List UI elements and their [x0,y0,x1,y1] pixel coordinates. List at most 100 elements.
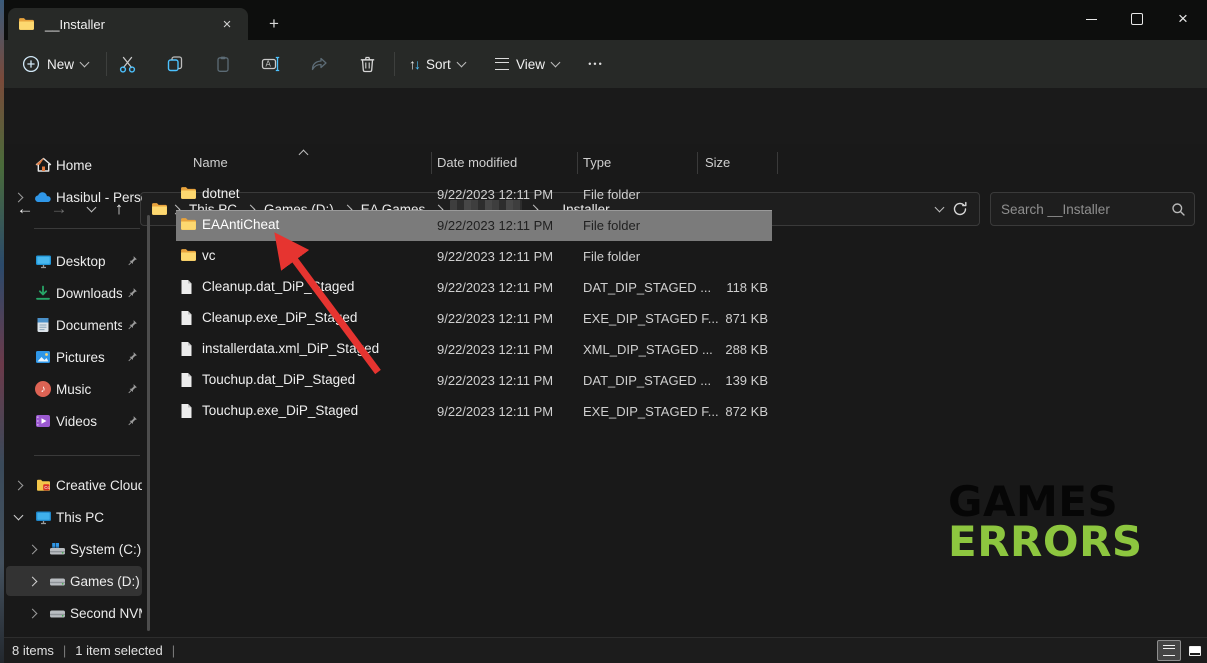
column-divider[interactable] [697,152,698,174]
column-divider[interactable] [577,152,578,174]
maximize-icon [1131,13,1143,25]
sidebar-item-system-drive[interactable]: System (C:) [6,534,142,564]
file-icon [180,403,193,419]
sidebar-item-this-pc[interactable]: This PC [6,502,142,532]
search-box[interactable] [990,192,1195,226]
sidebar-item-pictures[interactable]: Pictures [6,342,142,372]
sort-icon: ↑↓ [409,56,419,72]
minimize-button[interactable] [1076,4,1106,34]
pin-icon [122,383,142,395]
pictures-icon [30,350,56,364]
sidebar-item-desktop[interactable]: Desktop [6,246,142,276]
column-header-date[interactable]: Date modified [437,155,517,170]
this-pc-icon [30,510,56,525]
sidebar-item-games-drive[interactable]: Games (D:) [6,566,142,596]
view-button-label: View [516,57,545,72]
status-separator: | [172,643,175,658]
status-bar: 8 items | 1 item selected | [0,637,1207,663]
file-row-cleanup-dat[interactable]: Cleanup.dat_DiP_Staged 9/22/2023 12:11 P… [176,272,772,303]
file-row-touchup-dat[interactable]: Touchup.dat_DiP_Staged 9/22/2023 12:11 P… [176,365,772,396]
sidebar-item-downloads[interactable]: Downloads [6,278,142,308]
sort-button[interactable]: ↑↓ Sort [403,48,471,80]
folder-row-dotnet[interactable]: dotnet 9/22/2023 12:11 PM File folder [176,179,772,210]
tab-close-icon[interactable]: × [216,13,238,35]
folder-row-eaanticheat-selected[interactable]: EAAntiCheat 9/22/2023 12:11 PM File fold… [176,210,772,241]
pin-icon [122,287,142,299]
expand-chevron-icon[interactable] [20,546,44,553]
item-count: 8 items [12,643,54,658]
column-divider[interactable] [777,152,778,174]
search-input[interactable] [999,201,1171,218]
pin-icon [122,351,142,363]
sidebar-item-music[interactable]: ♪ Music [6,374,142,404]
toolbar-divider [106,52,107,76]
copy-icon [166,55,184,73]
sidebar-item-videos[interactable]: Videos [6,406,142,436]
sidebar-item-home[interactable]: Home [6,150,142,180]
cut-icon [118,55,137,74]
paste-icon [214,55,232,73]
details-view-button[interactable] [1157,640,1181,661]
column-header-type[interactable]: Type [583,155,611,170]
logo-line-games: GAMES [948,482,1143,522]
svg-text:Cc: Cc [44,485,50,490]
file-explorer-window: __Installer × + × New [0,0,1207,663]
delete-button[interactable] [349,48,385,80]
file-row-touchup-exe[interactable]: Touchup.exe_DiP_Staged 9/22/2023 12:11 P… [176,396,772,427]
sidebar-item-second-nvme[interactable]: Second NVME [6,598,142,628]
column-header-size[interactable]: Size [705,155,730,170]
column-header-name[interactable]: Name [193,155,228,170]
sidebar-item-onedrive[interactable]: Hasibul - Persor [6,182,142,212]
cut-button[interactable] [109,48,145,80]
large-icons-view-button[interactable] [1183,640,1207,661]
refresh-button[interactable] [943,194,977,224]
sidebar-item-documents[interactable]: Documents [6,310,142,340]
minimize-icon [1086,19,1097,20]
music-icon: ♪ [30,381,56,397]
creative-cloud-folder-icon: Cc [30,478,56,493]
expand-chevron-icon[interactable] [6,194,30,201]
documents-icon [30,317,56,333]
desktop-background-sliver [0,0,4,663]
pin-icon [122,319,142,331]
nvme-drive-icon [44,606,70,620]
rename-button[interactable]: A [253,48,289,80]
trash-icon [359,55,376,73]
file-icon [180,372,193,388]
pin-icon [122,255,142,267]
downloads-icon [30,285,56,301]
paste-button[interactable] [205,48,241,80]
folder-icon [180,217,197,231]
new-button[interactable]: New [14,48,96,80]
sort-ascending-icon [300,145,307,163]
share-button[interactable] [301,48,337,80]
expand-chevron-icon[interactable] [6,482,30,489]
expand-chevron-icon[interactable] [20,578,44,585]
folder-icon [18,17,35,31]
view-icon [495,58,509,70]
folder-row-vc[interactable]: vc 9/22/2023 12:11 PM File folder [176,241,772,272]
close-button[interactable]: × [1168,4,1198,34]
sort-button-label: Sort [426,57,451,72]
sidebar-scrollbar[interactable] [147,215,150,631]
logo-line-errors: ERRORS [948,522,1143,562]
explorer-tab[interactable]: __Installer × [8,8,248,40]
chevron-down-icon [551,58,561,68]
maximize-button[interactable] [1122,4,1152,34]
column-divider[interactable] [431,152,432,174]
pin-icon [122,415,142,427]
address-row: ← → ↑ This PC Games (D:) EA Games __Inst… [0,88,1207,144]
view-button[interactable]: View [489,48,565,80]
sidebar-item-creative-cloud[interactable]: Cc Creative Cloud F [6,470,142,500]
file-row-installerdata-xml[interactable]: installerdata.xml_DiP_Staged 9/22/2023 1… [176,334,772,365]
more-options-button[interactable]: ••• [578,48,614,80]
expand-chevron-icon[interactable] [20,610,44,617]
collapse-chevron-icon[interactable] [6,515,30,519]
new-tab-button[interactable]: + [262,12,286,36]
file-row-cleanup-exe[interactable]: Cleanup.exe_DiP_Staged 9/22/2023 12:11 P… [176,303,772,334]
details-view-icon [1163,645,1175,656]
folder-icon [151,202,168,216]
status-separator: | [63,643,66,658]
copy-button[interactable] [157,48,193,80]
sidebar-divider [34,228,140,229]
